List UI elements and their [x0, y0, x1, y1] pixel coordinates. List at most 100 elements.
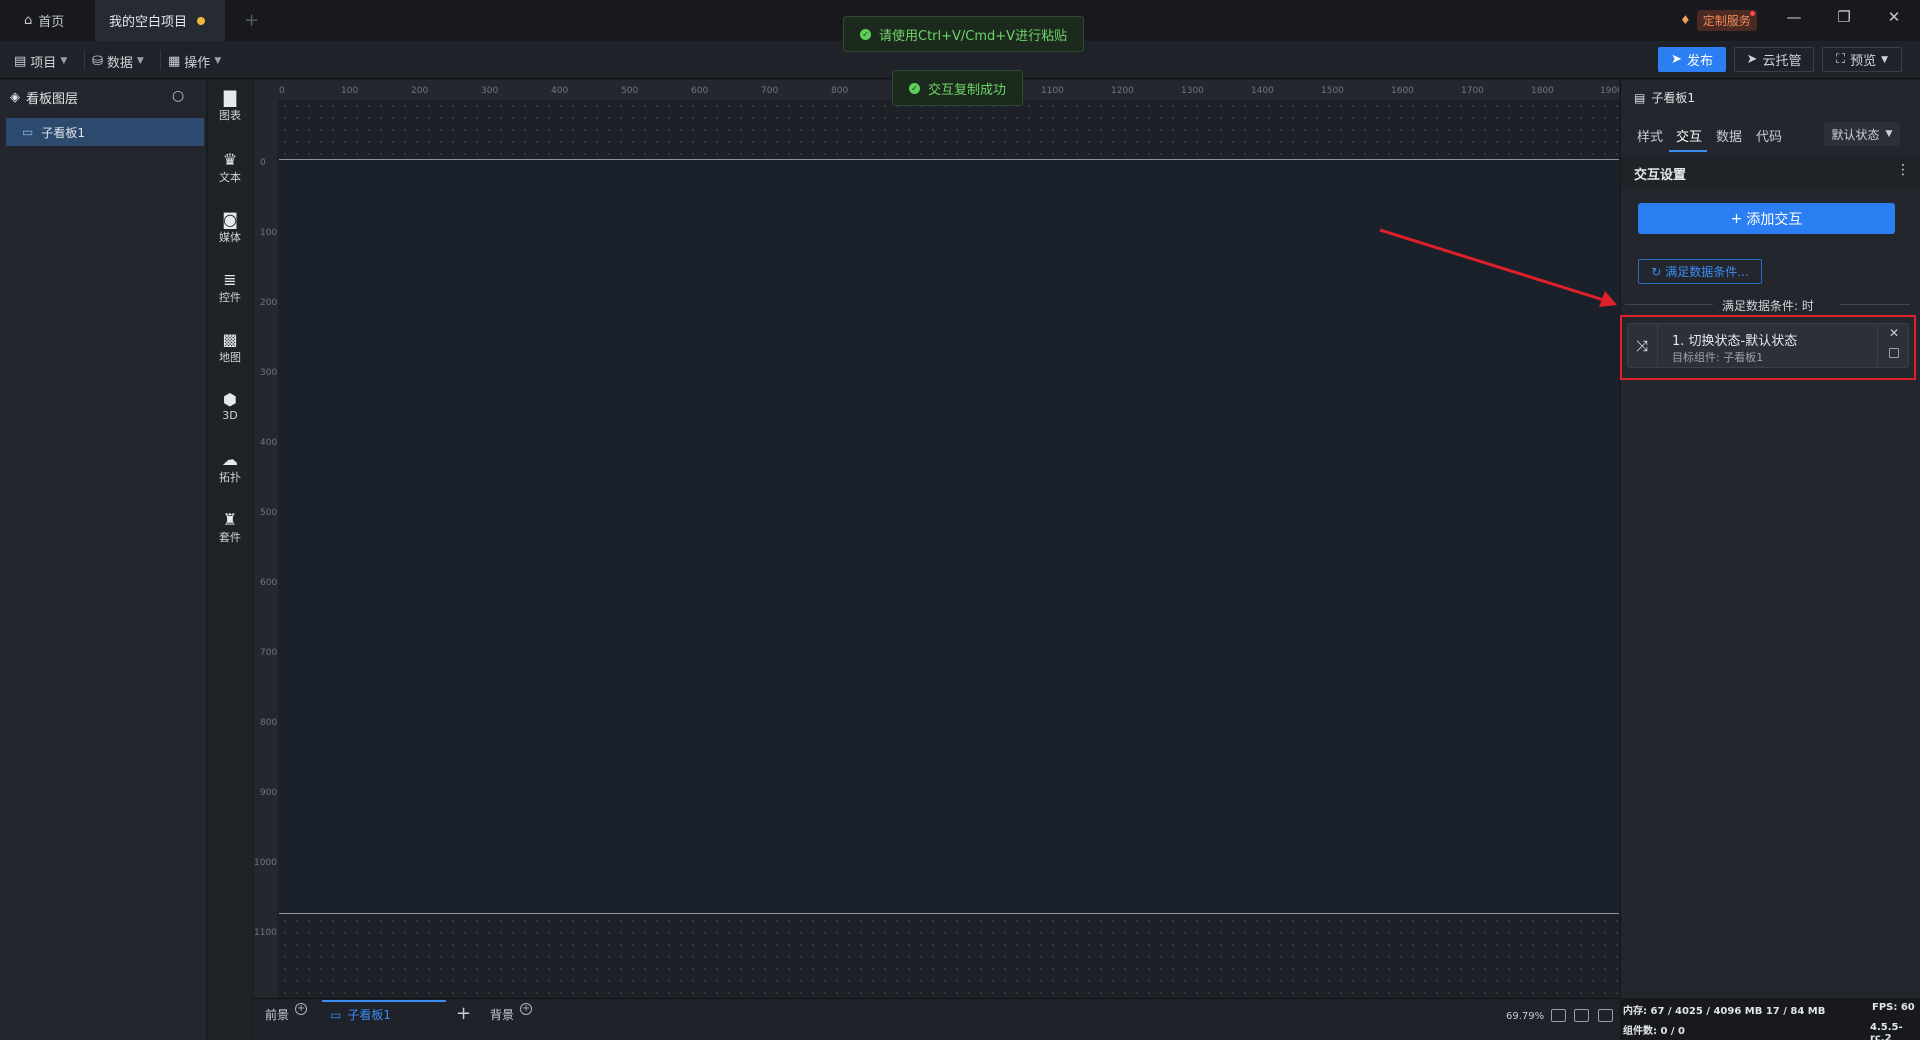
- comp-control[interactable]: ≣ 控件: [208, 271, 252, 305]
- comp-topology[interactable]: ☁ 拓扑: [208, 451, 252, 485]
- add-interaction-button[interactable]: + 添加交互: [1638, 203, 1895, 234]
- custom-service-badge: 定制服务: [1696, 9, 1757, 31]
- ruler-tick: 1300: [1181, 86, 1204, 96]
- tab-style[interactable]: 样式: [1637, 126, 1663, 145]
- layers-header: ◈ 看板图层: [10, 90, 79, 107]
- menu-project[interactable]: ▤ 项目 ▼: [14, 50, 67, 72]
- ruler-tick: 400: [260, 438, 278, 448]
- ruler-tick: 1700: [1461, 86, 1484, 96]
- condition-group-label: 满足数据条件: 时: [1722, 299, 1814, 313]
- highlight-box: [1620, 315, 1916, 380]
- ruler-tick: 100: [260, 228, 278, 238]
- add-circle-icon[interactable]: +: [295, 1002, 308, 1015]
- ruler-tick: 1800: [1531, 86, 1554, 96]
- cloud-hosting-button[interactable]: ➤ 云托管: [1734, 47, 1814, 72]
- ruler-tick: 700: [761, 86, 779, 96]
- ruler-tick: 400: [551, 86, 569, 96]
- layer-item[interactable]: ▭ 子看板1: [6, 118, 204, 146]
- database-icon: ⛁: [92, 53, 103, 69]
- board-icon: ▭: [330, 1007, 342, 1022]
- send-icon: ➤: [1671, 52, 1682, 67]
- shirt-icon: ♜: [222, 510, 238, 529]
- cube-icon: ⬢: [223, 390, 237, 409]
- add-circle-icon[interactable]: +: [520, 1002, 533, 1015]
- custom-service[interactable]: ♦ 定制服务: [1680, 9, 1757, 31]
- ruler-tick: 200: [411, 86, 429, 96]
- check-icon: ✓: [860, 28, 871, 40]
- cloud-icon: ☁: [222, 450, 238, 469]
- tab-code[interactable]: 代码: [1756, 126, 1782, 145]
- zoom-level[interactable]: 69.79%: [1506, 1011, 1544, 1022]
- minimize-icon[interactable]: —: [1782, 8, 1806, 26]
- chevron-down-icon: ▼: [1881, 54, 1889, 65]
- active-tab-indicator: [1669, 150, 1707, 152]
- fps-stat: FPS: 60: [1872, 1002, 1915, 1013]
- ruler-tick: 300: [260, 368, 278, 378]
- terminal-icon[interactable]: [1598, 1009, 1613, 1022]
- ruler-tick: 1600: [1391, 86, 1414, 96]
- close-icon[interactable]: ✕: [1882, 8, 1906, 26]
- comp-suite[interactable]: ♜ 套件: [208, 511, 252, 545]
- canvas-dots: [279, 100, 1619, 158]
- publish-button[interactable]: ➤ 发布: [1658, 47, 1726, 72]
- ruler-tick: 300: [481, 86, 499, 96]
- ruler-tick: 0: [260, 158, 266, 168]
- board-icon: ▤: [1634, 90, 1646, 105]
- ruler-tick: 500: [621, 86, 639, 96]
- fit-screen-icon[interactable]: [1551, 1009, 1566, 1022]
- ruler-tick: 1100: [254, 928, 277, 938]
- ruler-tick: 800: [831, 86, 849, 96]
- map-icon: ▩: [222, 330, 238, 349]
- active-tab-indicator: [322, 1000, 446, 1002]
- chevron-down-icon: ▼: [1885, 129, 1893, 139]
- menu-data[interactable]: ⛁ 数据 ▼: [92, 50, 144, 72]
- send-icon: ➤: [1746, 52, 1758, 67]
- divider: [84, 50, 85, 70]
- tab-background[interactable]: 背景 +: [490, 1002, 533, 1023]
- fullscreen-icon: ⛶: [1835, 52, 1846, 67]
- ruler-tick: 200: [260, 298, 278, 308]
- vertical-ruler: 0 100 200 300 400 500 600 700 800 900 10…: [254, 100, 278, 998]
- chevron-down-icon: ▼: [214, 56, 222, 66]
- layers-icon: ◈: [10, 90, 20, 105]
- ruler-tick: 1500: [1321, 86, 1344, 96]
- restore-icon[interactable]: ❐: [1832, 8, 1856, 26]
- ruler-tick: 1000: [254, 858, 277, 868]
- layers-panel: [0, 80, 207, 1040]
- ruler-tick: 500: [260, 508, 278, 518]
- version: 4.5.5-rc.2: [1870, 1022, 1903, 1040]
- tab-sub-board[interactable]: ▭ 子看板1: [330, 1006, 391, 1023]
- keyboard-icon[interactable]: [1574, 1009, 1589, 1022]
- memory-stat: 内存: 67 / 4025 / 4096 MB 17 / 84 MB: [1623, 1006, 1826, 1017]
- tab-project[interactable]: 我的空白项目: [95, 0, 225, 41]
- comp-3d[interactable]: ⬢ 3D: [208, 390, 252, 423]
- ruler-tick: 1900: [1600, 86, 1619, 96]
- component-count: 组件数: 0 / 0: [1623, 1026, 1686, 1037]
- ruler-tick: 1400: [1251, 86, 1274, 96]
- ruler-tick: 1100: [1041, 86, 1064, 96]
- comp-chart[interactable]: ▇ 图表: [208, 89, 252, 123]
- comp-media[interactable]: ◙ 媒体: [208, 211, 252, 245]
- state-select[interactable]: 默认状态 ▼: [1824, 122, 1900, 146]
- comp-map[interactable]: ▩ 地图: [208, 331, 252, 365]
- divider: [160, 50, 161, 70]
- chevron-down-icon: ▼: [136, 56, 144, 66]
- search-icon[interactable]: ○: [172, 88, 184, 104]
- annotation-arrow: [1379, 228, 1617, 307]
- tab-home[interactable]: ⌂ 首页: [10, 0, 92, 41]
- tab-interaction[interactable]: 交互: [1676, 126, 1702, 145]
- data-condition-button[interactable]: ↻ 满足数据条件...: [1638, 259, 1762, 284]
- props-title: ▤ 子看板1: [1634, 90, 1695, 106]
- canvas-dots: [279, 915, 1619, 997]
- tab-foreground[interactable]: 前景 +: [265, 1002, 308, 1023]
- comp-text[interactable]: ♛ 文本: [208, 151, 252, 185]
- ruler-tick: 600: [691, 86, 709, 96]
- add-tab-icon[interactable]: +: [244, 10, 259, 31]
- tab-data[interactable]: 数据: [1716, 126, 1742, 145]
- add-board-icon[interactable]: +: [456, 1003, 471, 1024]
- more-options-icon[interactable]: ⋮: [1896, 162, 1910, 178]
- paste-toast: ✓ 请使用Ctrl+V/Cmd+V进行粘贴: [843, 16, 1085, 52]
- preview-button[interactable]: ⛶ 预览 ▼: [1822, 47, 1902, 72]
- menu-operate[interactable]: ▦ 操作 ▼: [168, 50, 221, 72]
- camera-icon: ◙: [222, 210, 238, 229]
